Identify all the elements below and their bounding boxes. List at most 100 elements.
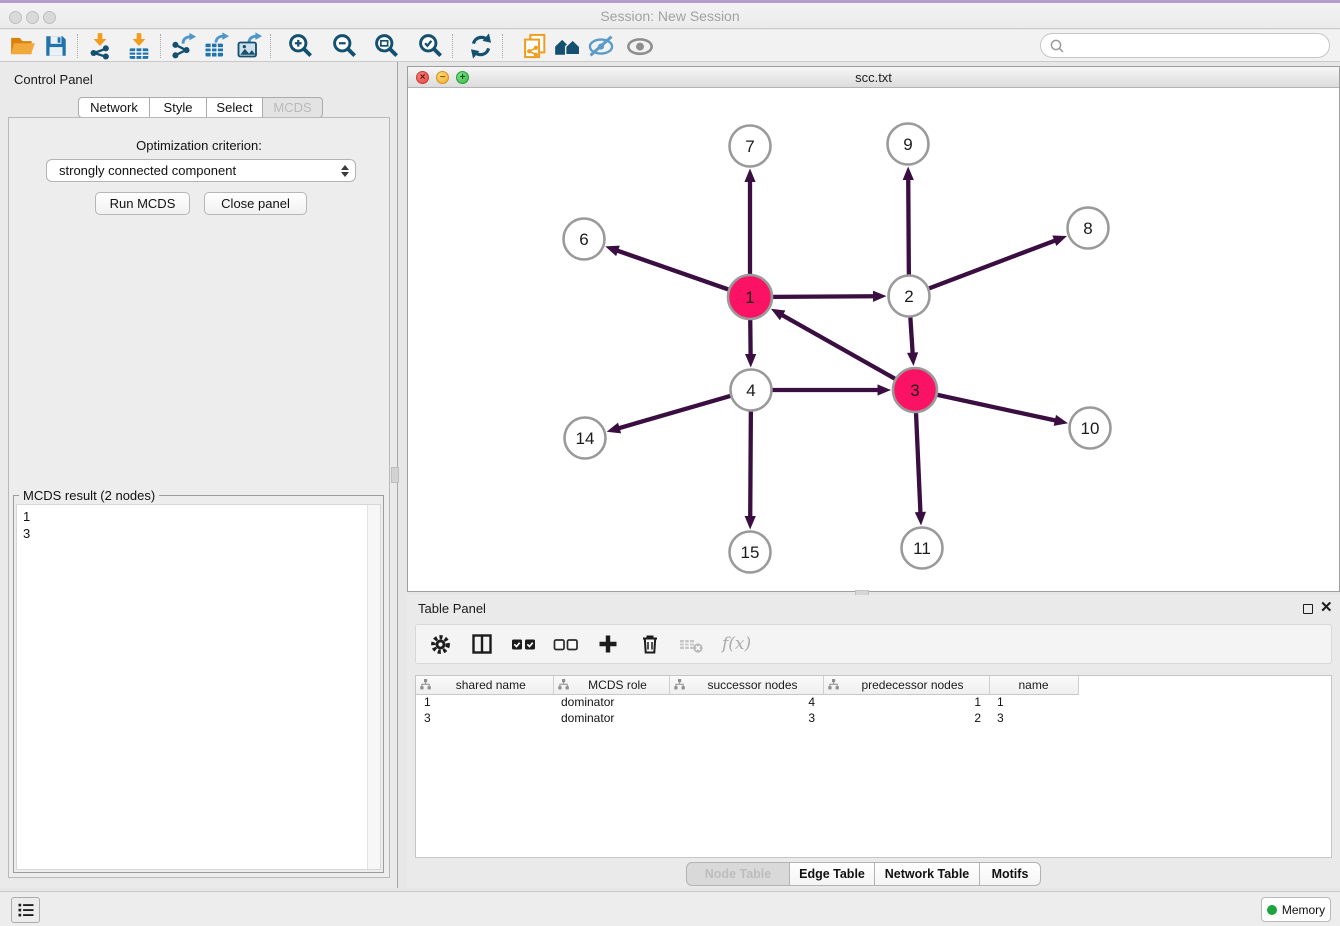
import-table-icon[interactable] bbox=[122, 31, 155, 61]
graph-edge-arrow-3-10 bbox=[1054, 415, 1068, 426]
run-mcds-button[interactable]: Run MCDS bbox=[95, 192, 190, 215]
graph-node-label-1: 1 bbox=[745, 288, 754, 307]
network-canvas[interactable]: 7 9 6 8 1 2 4 3 14 10 15 11 bbox=[408, 88, 1339, 591]
toolbar-separator bbox=[77, 34, 78, 58]
mcds-result-scrollbar[interactable] bbox=[367, 505, 380, 869]
column-header-mcds-role[interactable]: MCDS role bbox=[553, 676, 669, 694]
table-row-3[interactable]: 3dominator323 bbox=[416, 710, 1078, 726]
graph-node-1[interactable]: 1 bbox=[728, 275, 772, 319]
close-table-panel-icon[interactable]: ✕ bbox=[1320, 603, 1333, 613]
show-columns-icon[interactable] bbox=[468, 630, 496, 658]
toolbar-separator bbox=[270, 34, 271, 58]
zoom-out-icon[interactable] bbox=[328, 31, 361, 61]
deselect-all-columns-icon[interactable] bbox=[552, 630, 580, 658]
cell-predecessor-nodes[interactable]: 2 bbox=[823, 710, 989, 726]
cell-successor-nodes[interactable]: 3 bbox=[669, 710, 823, 726]
column-header-predecessor-nodes[interactable]: predecessor nodes bbox=[823, 676, 989, 694]
graph-edge-3-10[interactable] bbox=[937, 395, 1056, 421]
cell-successor-nodes[interactable]: 4 bbox=[669, 694, 823, 710]
graph-node-4[interactable]: 4 bbox=[731, 370, 772, 411]
task-history-button[interactable] bbox=[11, 897, 40, 923]
graph-node-label-15: 15 bbox=[741, 543, 760, 562]
zoom-fit-icon[interactable] bbox=[370, 31, 403, 61]
create-column-icon[interactable] bbox=[594, 630, 622, 658]
tab-mcds[interactable]: MCDS bbox=[263, 97, 323, 118]
graph-node-9[interactable]: 9 bbox=[888, 124, 929, 165]
graph-node-11[interactable]: 11 bbox=[902, 528, 943, 569]
graph-node-label-11: 11 bbox=[913, 539, 931, 558]
mcds-result-list[interactable]: 1 3 bbox=[16, 504, 381, 870]
close-panel-button[interactable]: Close panel bbox=[204, 192, 307, 215]
export-network-icon[interactable] bbox=[166, 31, 199, 61]
export-table-icon[interactable] bbox=[199, 31, 232, 61]
open-session-icon[interactable] bbox=[6, 31, 39, 61]
memory-button[interactable]: Memory bbox=[1261, 897, 1331, 922]
cell-predecessor-nodes[interactable]: 1 bbox=[823, 694, 989, 710]
network-graph[interactable]: 7 9 6 8 1 2 4 3 14 10 15 11 bbox=[408, 88, 1339, 591]
select-all-columns-icon[interactable] bbox=[510, 630, 538, 658]
delete-table-icon-disabled bbox=[678, 630, 706, 658]
zoom-selected-icon[interactable] bbox=[414, 31, 447, 61]
graph-edge-3-1[interactable] bbox=[781, 314, 895, 378]
first-neighbors-icon[interactable] bbox=[551, 31, 584, 61]
cell-name[interactable]: 3 bbox=[989, 710, 1078, 726]
graph-edge-1-6[interactable] bbox=[616, 250, 728, 289]
cell-shared-name[interactable]: 1 bbox=[416, 694, 553, 710]
cell-name[interactable]: 1 bbox=[989, 694, 1078, 710]
tab-select[interactable]: Select bbox=[207, 97, 263, 118]
graph-edge-2-3[interactable] bbox=[910, 317, 912, 354]
export-image-icon[interactable] bbox=[232, 31, 265, 61]
tab-motifs[interactable]: Motifs bbox=[980, 862, 1041, 886]
graph-edge-2-8[interactable] bbox=[929, 240, 1056, 288]
graph-node-label-14: 14 bbox=[576, 429, 595, 448]
graph-edge-arrow-1-2 bbox=[873, 291, 887, 302]
graph-node-7[interactable]: 7 bbox=[730, 126, 771, 167]
search-field[interactable] bbox=[1040, 33, 1330, 58]
apply-layout-icon[interactable] bbox=[464, 31, 497, 61]
table-panel-tabs: Node TableEdge TableNetwork TableMotifs bbox=[686, 862, 1041, 886]
graph-node-15[interactable]: 15 bbox=[730, 532, 771, 573]
graph-edge-2-9[interactable] bbox=[908, 178, 909, 275]
function-builder-icon-disabled: f(x) bbox=[722, 634, 751, 654]
graph-node-2[interactable]: 2 bbox=[889, 276, 930, 317]
tab-edge-table[interactable]: Edge Table bbox=[790, 862, 875, 886]
delete-columns-icon[interactable] bbox=[636, 630, 664, 658]
tab-network-table[interactable]: Network Table bbox=[875, 862, 980, 886]
graph-edge-4-15[interactable] bbox=[750, 411, 751, 518]
graph-node-14[interactable]: 14 bbox=[565, 418, 606, 459]
column-header-name[interactable]: name bbox=[989, 676, 1078, 694]
graph-node-6[interactable]: 6 bbox=[564, 219, 605, 260]
graph-edge-3-11[interactable] bbox=[916, 413, 920, 514]
tab-network[interactable]: Network bbox=[78, 97, 150, 118]
float-table-panel-icon[interactable] bbox=[1303, 604, 1313, 614]
cell-mcds-role[interactable]: dominator bbox=[553, 710, 669, 726]
tab-node-table[interactable]: Node Table bbox=[686, 862, 790, 886]
tab-style[interactable]: Style bbox=[150, 97, 207, 118]
control-panel-header: Control Panel bbox=[0, 62, 397, 92]
column-header-shared-name[interactable]: shared name bbox=[416, 676, 553, 694]
list-icon bbox=[16, 900, 36, 920]
graph-edge-4-14[interactable] bbox=[618, 396, 731, 429]
import-network-icon[interactable] bbox=[83, 31, 116, 61]
graph-edge-1-2[interactable] bbox=[773, 296, 875, 297]
graph-node-10[interactable]: 10 bbox=[1070, 408, 1111, 449]
search-input[interactable] bbox=[1065, 38, 1321, 53]
save-session-icon[interactable] bbox=[39, 31, 72, 61]
mcds-result-lines: 1 3 bbox=[23, 508, 30, 542]
vertical-splitter-handle[interactable] bbox=[391, 467, 399, 483]
duplicate-network-icon[interactable] bbox=[518, 31, 551, 61]
graph-node-3[interactable]: 3 bbox=[893, 368, 937, 412]
table-mode-gear-icon[interactable] bbox=[426, 630, 454, 658]
hide-graphics-details-icon[interactable] bbox=[584, 31, 617, 61]
table-row-1[interactable]: 1dominator411 bbox=[416, 694, 1078, 710]
network-window-titlebar[interactable]: scc.txt bbox=[408, 67, 1339, 88]
graph-node-8[interactable]: 8 bbox=[1068, 208, 1109, 249]
cell-mcds-role[interactable]: dominator bbox=[553, 694, 669, 710]
column-header-successor-nodes[interactable]: successor nodes bbox=[669, 676, 823, 694]
optimization-criterion-dropdown[interactable]: strongly connected component bbox=[46, 159, 356, 182]
zoom-in-icon[interactable] bbox=[284, 31, 317, 61]
show-graphics-details-icon[interactable] bbox=[623, 31, 656, 61]
cell-shared-name[interactable]: 3 bbox=[416, 710, 553, 726]
search-icon bbox=[1049, 38, 1065, 54]
app-title: Session: New Session bbox=[0, 8, 1340, 24]
